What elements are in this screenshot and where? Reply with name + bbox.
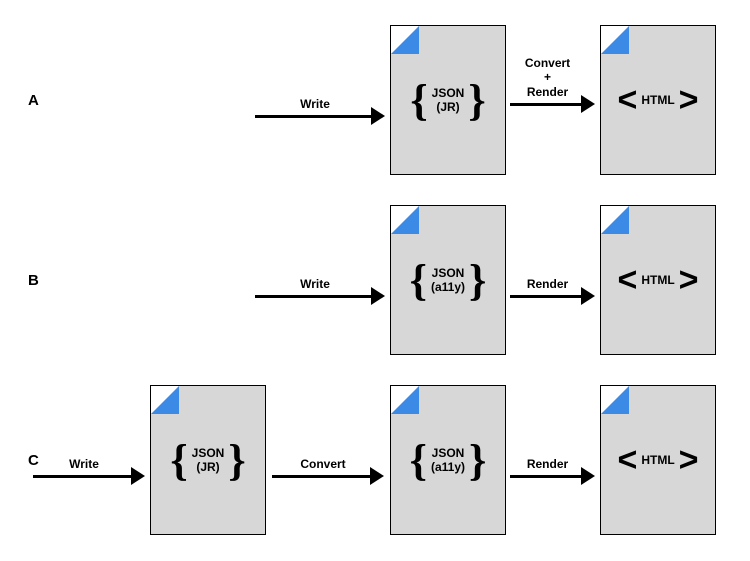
arrow-line-icon <box>272 475 372 478</box>
document-label: JSON (a11y) <box>431 446 465 475</box>
document-json-a11y-c: { JSON (a11y) } <box>390 385 506 535</box>
document-label: HTML <box>641 273 674 287</box>
angle-close-icon: > <box>679 441 699 480</box>
arrow-line-icon <box>510 475 583 478</box>
arrow-label: Convert <box>272 457 374 471</box>
angle-open-icon: < <box>617 441 637 480</box>
arrow-render-c: Render <box>510 445 595 485</box>
arrow-label: Write <box>255 97 375 111</box>
arrow-convert-render-a: Convert + Render <box>510 73 595 113</box>
brace-close-icon: } <box>469 435 486 486</box>
arrow-line-icon <box>33 475 133 478</box>
document-label: HTML <box>641 453 674 467</box>
brace-open-icon: { <box>410 435 427 486</box>
document-html-c: < HTML > <box>600 385 716 535</box>
brace-open-icon: { <box>410 75 427 126</box>
arrow-head-icon <box>581 467 595 485</box>
brace-open-icon: { <box>170 435 187 486</box>
angle-open-icon: < <box>617 81 637 120</box>
arrow-line-icon <box>510 295 583 298</box>
pipeline-row-b: B Write { JSON (a11y) } Render < HTML > <box>0 205 750 355</box>
pipeline-row-a: A Write { JSON (JR) } Convert + Render <… <box>0 25 750 175</box>
document-label: JSON (a11y) <box>431 266 465 295</box>
arrow-write-a: Write <box>255 85 385 125</box>
document-json-jr-a: { JSON (JR) } <box>390 25 506 175</box>
document-html-b: < HTML > <box>600 205 716 355</box>
document-json-a11y-b: { JSON (a11y) } <box>390 205 506 355</box>
arrow-line-icon <box>255 115 373 118</box>
brace-open-icon: { <box>410 255 427 306</box>
brace-close-icon: } <box>228 435 245 486</box>
arrow-line-icon <box>255 295 373 298</box>
document-label: HTML <box>641 93 674 107</box>
arrow-label: Write <box>33 457 135 471</box>
angle-close-icon: > <box>679 81 699 120</box>
arrow-head-icon <box>581 287 595 305</box>
angle-close-icon: > <box>679 261 699 300</box>
row-label-b: B <box>28 272 39 289</box>
arrow-label: Write <box>255 277 375 291</box>
arrow-render-b: Render <box>510 265 595 305</box>
document-label: JSON (JR) <box>192 446 225 475</box>
document-html-a: < HTML > <box>600 25 716 175</box>
angle-open-icon: < <box>617 261 637 300</box>
arrow-write-b: Write <box>255 265 385 305</box>
arrow-label: Convert + Render <box>510 56 585 99</box>
document-label: JSON (JR) <box>432 86 465 115</box>
pipeline-row-c: C Write { JSON (JR) } Convert { JSON (a1… <box>0 385 750 535</box>
arrow-head-icon <box>371 107 385 125</box>
arrow-head-icon <box>371 287 385 305</box>
arrow-label: Render <box>510 457 585 471</box>
arrow-label: Render <box>510 277 585 291</box>
arrow-line-icon <box>510 103 583 106</box>
arrow-head-icon <box>581 95 595 113</box>
arrow-write-c: Write <box>33 445 145 485</box>
row-label-a: A <box>28 92 39 109</box>
brace-close-icon: } <box>468 75 485 126</box>
document-json-jr-c: { JSON (JR) } <box>150 385 266 535</box>
arrow-head-icon <box>370 467 384 485</box>
brace-close-icon: } <box>469 255 486 306</box>
arrow-convert-c: Convert <box>272 445 384 485</box>
arrow-head-icon <box>131 467 145 485</box>
